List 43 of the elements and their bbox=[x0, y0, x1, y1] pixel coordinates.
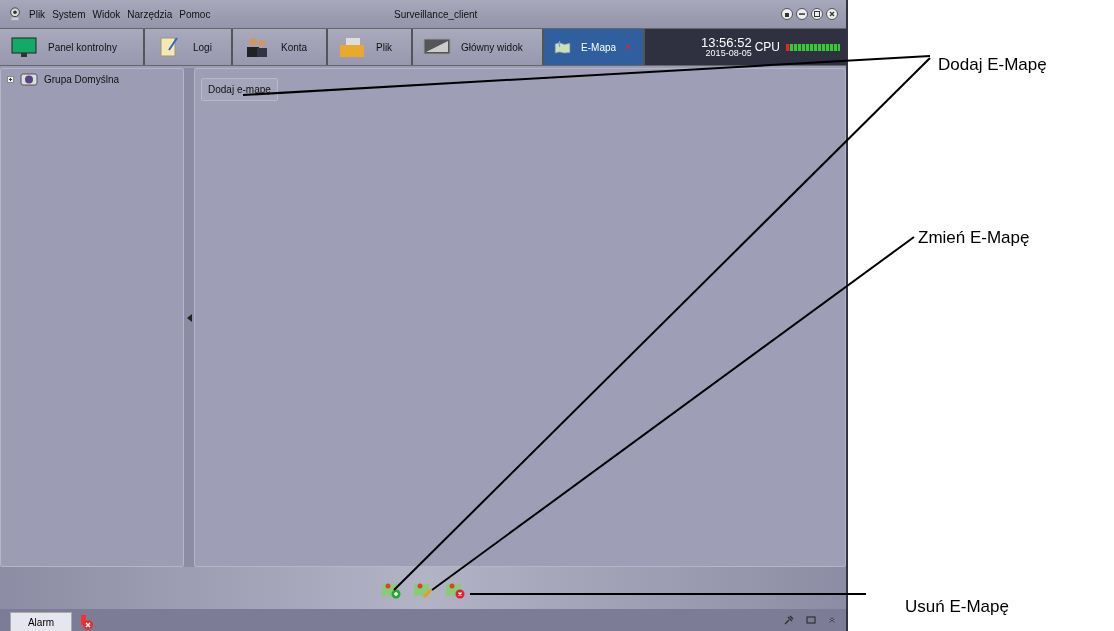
window-title: Surveillance_client bbox=[393, 8, 479, 20]
monitor-icon bbox=[10, 36, 38, 58]
map-add-icon[interactable] bbox=[381, 581, 401, 599]
annotation-label: Dodaj E-Mapę bbox=[938, 55, 1047, 75]
tab-label: Konta bbox=[281, 41, 308, 53]
alarm-off-icon[interactable] bbox=[78, 613, 94, 631]
close-icon[interactable] bbox=[826, 8, 838, 20]
folder-icon bbox=[338, 36, 366, 58]
clock-time: 13:56:52 bbox=[701, 36, 752, 49]
clock-date: 2015-08-05 bbox=[705, 49, 752, 58]
tab[interactable]: Plik bbox=[328, 29, 413, 65]
alarm-tab[interactable]: Alarm bbox=[10, 612, 72, 631]
tab[interactable]: Logi bbox=[145, 29, 233, 65]
tab[interactable]: E-Mapa bbox=[544, 29, 645, 65]
cpu-label: CPU bbox=[754, 40, 780, 54]
tab-label: Główny widok bbox=[461, 41, 523, 53]
menu-item[interactable]: Widok bbox=[92, 8, 121, 20]
menu-item[interactable]: Plik bbox=[29, 8, 46, 20]
minimize-icon[interactable] bbox=[796, 8, 808, 20]
screen-icon bbox=[423, 36, 451, 58]
annotation-label: Usuń E-Mapę bbox=[905, 597, 1009, 617]
tab-label: E-Mapa bbox=[581, 41, 617, 53]
expand-icon[interactable] bbox=[7, 75, 14, 83]
tab[interactable]: Panel kontrolny bbox=[0, 29, 145, 65]
menu-item[interactable]: System bbox=[52, 8, 86, 20]
annotation-label: Zmień E-Mapę bbox=[918, 228, 1030, 248]
menu-item[interactable]: Narzędzia bbox=[127, 8, 173, 20]
tab-label: Panel kontrolny bbox=[48, 41, 117, 53]
map-delete-icon[interactable] bbox=[445, 581, 465, 599]
tab[interactable]: Główny widok bbox=[413, 29, 544, 65]
tab-label: Plik bbox=[376, 41, 393, 53]
webcam-icon bbox=[8, 7, 22, 21]
camera-icon bbox=[20, 72, 38, 86]
chevron-up-icon[interactable] bbox=[828, 615, 836, 625]
collapse-arrow-icon[interactable] bbox=[186, 313, 192, 322]
lock-icon[interactable] bbox=[781, 8, 793, 20]
window-icon[interactable] bbox=[806, 615, 816, 625]
pin-icon[interactable] bbox=[784, 615, 794, 625]
tab[interactable]: Konta bbox=[233, 29, 328, 65]
tab-label: Logi bbox=[193, 41, 212, 53]
tree-item[interactable]: Grupa Domyślna bbox=[44, 73, 120, 85]
menu-item[interactable]: Pomoc bbox=[179, 8, 211, 20]
maximize-icon[interactable] bbox=[811, 8, 823, 20]
